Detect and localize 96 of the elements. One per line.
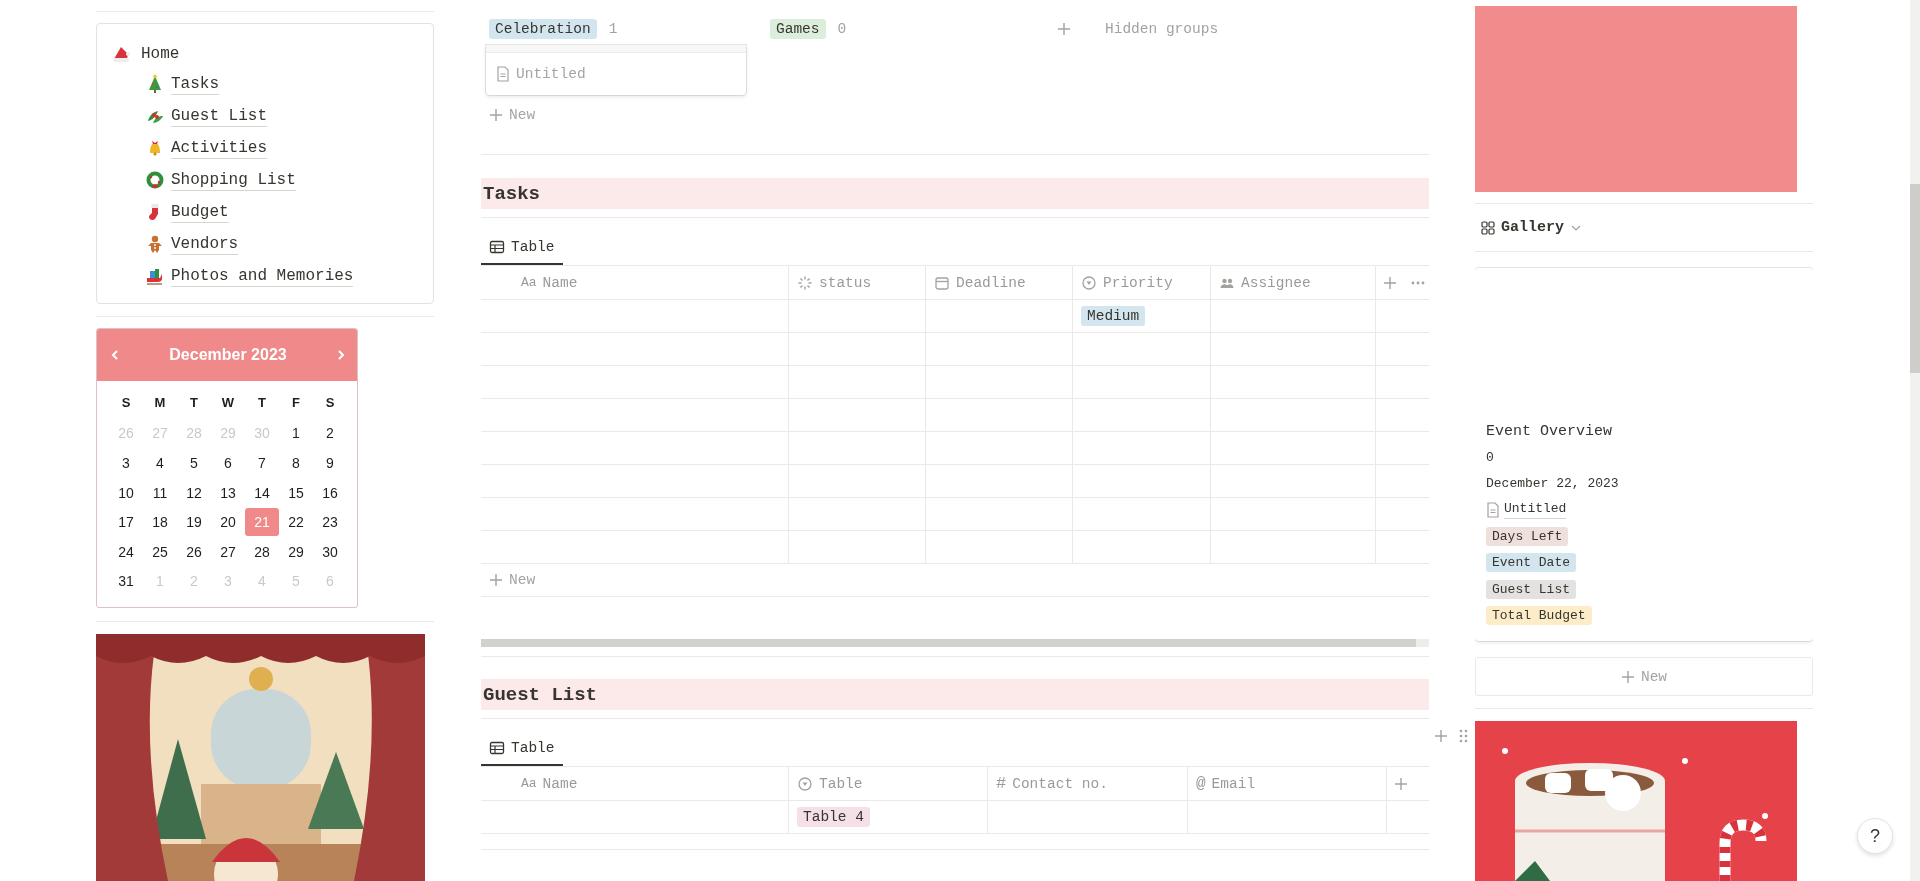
santa-hat-icon (111, 44, 131, 64)
text-type-icon: Aa (521, 275, 537, 290)
chevron-right-icon[interactable] (335, 348, 347, 362)
weekday-label: M (153, 393, 167, 412)
status-icon (797, 274, 813, 291)
gallery-icon (1481, 220, 1495, 235)
select-icon (797, 775, 813, 792)
card-title: Untitled (516, 65, 586, 82)
table-icon (489, 740, 505, 756)
calendar-day[interactable]: 17 (109, 508, 143, 536)
page-link[interactable]: Vendors (171, 233, 239, 255)
add-column-icon[interactable] (1394, 776, 1408, 791)
help-button[interactable]: ? (1857, 818, 1893, 854)
calendar-day[interactable]: 25 (143, 537, 177, 566)
page-icon (496, 65, 510, 82)
chevron-left-icon[interactable] (109, 348, 121, 362)
calendar-day[interactable]: 26 (177, 537, 211, 566)
view-menu-button[interactable]: Gallery (1475, 219, 1588, 236)
calendar-day[interactable]: 7 (245, 449, 279, 477)
calendar-day[interactable]: 29 (279, 537, 313, 566)
calendar-day[interactable]: 14 (245, 478, 279, 507)
calendar-day[interactable]: 20 (211, 508, 245, 536)
page-icon (1486, 501, 1500, 518)
group-count: 0 (837, 21, 847, 37)
drag-handle-icon[interactable] (1459, 728, 1468, 744)
text-type-icon: Aa (521, 776, 537, 791)
add-column-icon[interactable] (1383, 275, 1397, 290)
wreath-icon (145, 170, 165, 190)
plus-icon[interactable] (489, 108, 503, 122)
page-link[interactable]: Tasks (171, 73, 219, 95)
view-tab[interactable]: Table (481, 231, 563, 265)
property-value: December 22, 2023 (1486, 476, 1619, 492)
add-block-icon[interactable] (1434, 729, 1448, 743)
option-tag: Medium (1081, 306, 1146, 326)
plus-icon[interactable] (1620, 669, 1635, 684)
calendar-day[interactable]: 28 (245, 537, 279, 566)
calendar-day[interactable]: 1 (279, 419, 313, 448)
calendar-day[interactable]: 24 (109, 537, 143, 566)
property-tag: Guest List (1486, 579, 1576, 599)
option-tag: Table 4 (797, 807, 870, 827)
section-title: Guest List (482, 683, 598, 706)
weekday-label: T (257, 393, 267, 412)
calendar-day[interactable]: 5 (177, 449, 211, 477)
calendar-day[interactable]: 16 (313, 478, 347, 507)
card-title: Event Overview (1486, 422, 1613, 440)
calendar-day[interactable]: 11 (143, 478, 177, 507)
table-icon (489, 239, 505, 255)
calendar-day[interactable]: 13 (211, 478, 245, 507)
page-link[interactable]: Activities (171, 137, 267, 159)
calendar-day[interactable]: 6 (211, 449, 245, 477)
calendar-day[interactable]: 4 (143, 449, 177, 477)
calendar-day[interactable]: 3 (109, 449, 143, 477)
month-title: December 2023 (169, 346, 287, 364)
email-type-icon: @ (1196, 774, 1206, 793)
weekday-label: S (324, 393, 336, 412)
number-type-icon: # (996, 774, 1007, 793)
property-value: 0 (1486, 449, 1494, 465)
calendar-day[interactable]: 23 (313, 508, 347, 536)
calendar-day[interactable]: 2 (313, 419, 347, 448)
group-count: 1 (608, 21, 618, 37)
property-tag: Total Budget (1486, 606, 1592, 626)
weekday-label: S (120, 393, 132, 412)
calendar-day[interactable]: 22 (279, 508, 313, 536)
calendar-day[interactable]: 10 (109, 478, 143, 507)
gallery-card[interactable]: Event Overview 0 December 22, 2023 Untitled Days Left Event Date Guest List Total Budget (1475, 268, 1813, 641)
view-tab[interactable]: Table (481, 732, 563, 766)
weekday-label: F (291, 393, 301, 412)
calendar-day[interactable]: 19 (177, 508, 211, 536)
calendar-day[interactable]: 18 (143, 508, 177, 536)
horizontal-scrollbar[interactable] (481, 639, 1416, 647)
calendar-day[interactable]: 30 (313, 537, 347, 566)
calendar-day[interactable]: 9 (313, 449, 347, 477)
section-title: Tasks (482, 182, 540, 205)
page-link[interactable]: Budget (171, 201, 229, 223)
calendar-icon (934, 274, 950, 291)
sleigh-icon (145, 266, 165, 286)
weekday-label: W (220, 393, 236, 412)
property-tag: Event Date (1486, 553, 1576, 573)
calendar-day[interactable]: 27 (211, 537, 245, 566)
calendar-day[interactable]: 8 (279, 449, 313, 477)
group-tag: Games (770, 19, 826, 39)
add-group-icon[interactable] (1057, 22, 1071, 36)
home-link[interactable]: Home (141, 44, 180, 64)
page-link[interactable]: Guest List (171, 105, 267, 127)
property-tag: Days Left (1486, 526, 1569, 546)
page-link[interactable]: Shopping List (171, 169, 296, 191)
calendar-day[interactable]: 15 (279, 478, 313, 507)
weekday-label: T (189, 393, 199, 412)
scrollbar-thumb[interactable] (1910, 184, 1920, 373)
plus-icon[interactable] (489, 573, 503, 587)
calendar-day[interactable]: 31 (109, 567, 143, 596)
page-link[interactable]: Photos and Memories (171, 265, 354, 287)
group-tag: Celebration (489, 19, 597, 39)
calendar-day[interactable]: 12 (177, 478, 211, 507)
page-link[interactable]: Untitled (1504, 501, 1567, 519)
select-icon (1081, 274, 1097, 291)
